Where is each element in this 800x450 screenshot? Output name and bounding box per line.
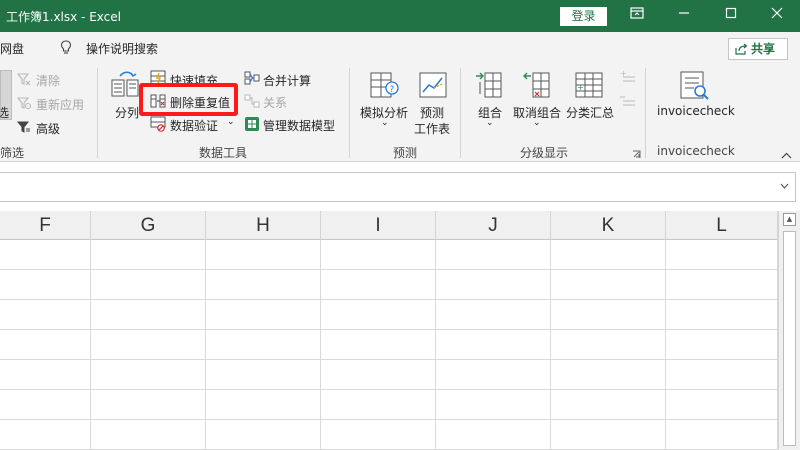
share-label: 共享 — [751, 42, 776, 56]
login-button[interactable]: 登录 — [560, 7, 607, 26]
group-separator — [645, 68, 646, 158]
data-validation-button[interactable]: 数据验证 — [170, 117, 218, 134]
what-if-analysis-icon: ? — [369, 70, 399, 103]
row-gridline — [0, 389, 778, 390]
formula-bar[interactable] — [0, 172, 796, 202]
clear-filter-icon — [16, 72, 31, 89]
forecast-sheet-line2: 工作表 — [414, 122, 451, 136]
column-gridline — [665, 240, 666, 450]
ungroup-icon — [522, 70, 552, 103]
row-gridline — [0, 299, 778, 300]
tab-wangpan[interactable]: 网盘 — [0, 40, 24, 57]
group-label-data-tools: 数据工具 — [199, 146, 248, 160]
column-gridline — [205, 240, 206, 450]
group-label-forecast: 预测 — [393, 146, 418, 160]
column-gridline — [90, 240, 91, 450]
relationships-button[interactable]: 关系 — [263, 94, 287, 111]
invoicecheck-icon — [678, 70, 710, 105]
relationships-icon — [244, 93, 260, 112]
group-label-outline: 分级显示 — [520, 146, 569, 160]
row-gridline — [0, 329, 778, 330]
group-separator — [460, 68, 461, 158]
show-detail-icon[interactable]: + — [620, 69, 636, 87]
invoicecheck-button[interactable]: invoicecheck — [657, 104, 735, 118]
title-bar: 工作簿1.xlsx - Excel 登录 — [0, 0, 800, 32]
manage-data-model-icon — [244, 116, 260, 135]
text-to-columns-icon — [110, 70, 140, 103]
column-header[interactable]: H — [206, 211, 321, 240]
dialog-launcher-icon[interactable] — [632, 148, 641, 162]
advanced-button[interactable]: 高级 — [36, 120, 60, 137]
clear-button[interactable]: 清除 — [36, 72, 60, 89]
group-separator — [349, 68, 350, 158]
column-header[interactable]: K — [551, 211, 666, 240]
share-icon — [735, 43, 748, 55]
filter-label-partial: 选 — [0, 106, 10, 120]
window-title: 工作簿1.xlsx - Excel — [6, 10, 121, 24]
column-header[interactable]: L — [666, 211, 778, 240]
subtotal-icon: + — [574, 70, 604, 103]
collapse-ribbon-icon[interactable] — [781, 148, 792, 162]
subtotal-button[interactable]: 分类汇总 — [566, 104, 614, 121]
maximize-icon[interactable] — [708, 0, 754, 32]
share-button[interactable]: 共享 — [728, 38, 788, 60]
lightbulb-icon — [58, 39, 74, 55]
forecast-sheet-button[interactable]: 预测 — [420, 104, 444, 121]
minimize-icon[interactable] — [661, 0, 707, 32]
vertical-scrollbar[interactable]: ▲ — [778, 211, 800, 450]
ribbon-data-tab: 选 清除 重新应用 高级 筛选 分列 快速填充 删除重复值 数据验证 ⌄ 合并计… — [0, 62, 800, 162]
svg-text:+: + — [620, 70, 627, 78]
ribbon-tab-row: 网盘 操作说明搜索 — [0, 32, 800, 62]
manage-data-model-button[interactable]: 管理数据模型 — [263, 117, 335, 134]
row-gridline — [0, 269, 778, 270]
chevron-down-icon[interactable] — [780, 181, 789, 192]
scroll-thumb[interactable] — [783, 231, 796, 446]
column-header[interactable]: F — [0, 211, 91, 240]
data-validation-icon — [150, 116, 166, 135]
svg-text:?: ? — [390, 85, 395, 95]
consolidate-icon — [244, 70, 260, 89]
column-gridline — [435, 240, 436, 450]
group-separator — [97, 68, 98, 158]
chevron-down-icon[interactable]: ⌄ — [486, 118, 494, 128]
column-gridline — [320, 240, 321, 450]
row-gridline — [0, 359, 778, 360]
chevron-down-icon[interactable]: ⌄ — [533, 118, 541, 128]
column-header[interactable]: I — [321, 211, 436, 240]
consolidate-button[interactable]: 合并计算 — [263, 72, 311, 89]
advanced-filter-icon — [16, 120, 31, 137]
group-label-invoicecheck: invoicecheck — [657, 144, 735, 158]
group-icon — [474, 70, 504, 103]
forecast-sheet-icon — [418, 70, 448, 103]
column-header[interactable]: G — [91, 211, 206, 240]
highlight-box — [139, 83, 238, 116]
chevron-down-icon[interactable]: ⌄ — [227, 117, 235, 127]
row-gridline — [0, 419, 778, 420]
column-header[interactable]: J — [436, 211, 551, 240]
ribbon-display-options-icon[interactable] — [614, 0, 660, 32]
excel-window: 工作簿1.xlsx - Excel 登录 网盘 操作说明搜索 共享 选 清除 重… — [0, 0, 800, 450]
column-gridline — [550, 240, 551, 450]
reapply-icon — [16, 96, 32, 113]
svg-text:+: + — [577, 83, 584, 92]
group-label-sort-filter: 筛选 — [0, 146, 25, 160]
reapply-button[interactable]: 重新应用 — [36, 96, 84, 113]
tell-me-search[interactable]: 操作说明搜索 — [86, 40, 158, 57]
chevron-down-icon[interactable]: ⌄ — [381, 118, 389, 128]
scroll-up-icon[interactable]: ▲ — [783, 213, 796, 226]
hide-detail-icon[interactable] — [620, 94, 636, 111]
text-to-columns-button[interactable]: 分列 — [115, 104, 139, 121]
close-icon[interactable] — [754, 0, 800, 32]
